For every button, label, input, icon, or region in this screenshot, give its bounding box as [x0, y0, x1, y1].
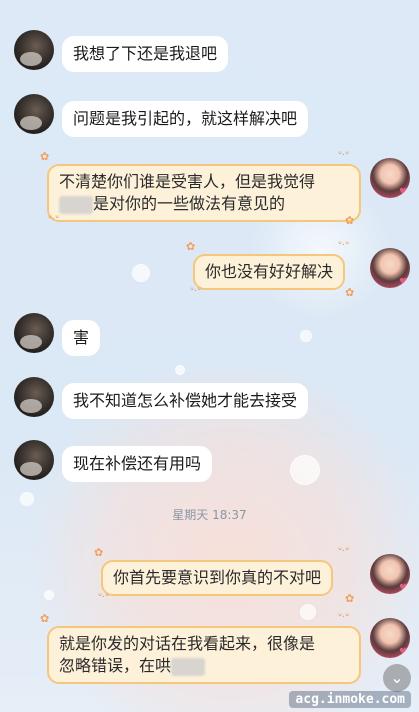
background-bubble [300, 604, 316, 620]
watermark: acg.inmoke.com [289, 691, 411, 708]
chevron-down-icon: ⌄ [390, 668, 404, 687]
bunny-decoration-icon: ᐡ·ᐡ [98, 592, 109, 603]
bunny-decoration-icon: ᐡ·ᐡ [338, 150, 349, 161]
background-bubble [300, 330, 312, 342]
redacted-text [171, 657, 206, 676]
redacted-text [59, 195, 93, 214]
flower-decoration-icon: ✿ [40, 612, 50, 625]
bunny-decoration-icon: ᐡ·ᐡ [338, 612, 349, 623]
avatar[interactable] [370, 618, 410, 658]
flower-decoration-icon: ✿ [345, 214, 355, 227]
avatar[interactable] [370, 554, 410, 594]
bunny-decoration-icon: ᐡ·ᐡ [338, 240, 349, 251]
background-bubble [290, 455, 320, 485]
avatar[interactable] [14, 440, 54, 480]
chat-message[interactable]: 你首先要意识到你真的不对吧 [101, 560, 334, 596]
flower-decoration-icon: ✿ [345, 592, 355, 605]
chat-message[interactable]: 你也没有好好解决 [193, 254, 346, 290]
avatar[interactable] [14, 30, 54, 70]
background-bubble [20, 492, 34, 506]
flower-decoration-icon: ✿ [345, 286, 355, 299]
bunny-decoration-icon: ᐡ·ᐡ [190, 286, 201, 297]
background-bubble [175, 365, 185, 375]
chat-message[interactable]: 不清楚你们谁是受害人，但是我觉得 是对你的一些做法有意见的 [47, 164, 361, 222]
message-line: 是对你的一些做法有意见的 [59, 193, 349, 215]
flower-decoration-icon: ✿ [94, 546, 104, 559]
chat-message[interactable]: 问题是我引起的，就这样解决吧 [62, 101, 309, 137]
chat-message[interactable]: 我不知道怎么补偿她才能去接受 [62, 383, 309, 419]
background-bubble [132, 264, 150, 282]
avatar[interactable] [370, 158, 410, 198]
timestamp: 星期天 18:37 [172, 508, 247, 522]
avatar[interactable] [14, 377, 54, 417]
message-line: 忽略错误，在哄 [59, 655, 349, 677]
avatar[interactable] [370, 248, 410, 288]
chat-message[interactable]: 害 [62, 320, 101, 356]
message-line: 不清楚你们谁是受害人，但是我觉得 [59, 172, 316, 191]
avatar[interactable] [14, 94, 54, 134]
scroll-down-button[interactable]: ⌄ [383, 664, 411, 692]
chat-message[interactable]: 我想了下还是我退吧 [62, 36, 229, 72]
chat-message[interactable]: 就是你发的对话在我看起来，很像是 忽略错误，在哄 [47, 626, 361, 684]
chat-message[interactable]: 现在补偿还有用吗 [62, 446, 213, 482]
message-line: 就是你发的对话在我看起来，很像是 [59, 634, 316, 653]
avatar[interactable] [14, 313, 54, 353]
bunny-decoration-icon: ᐡ·ᐡ [48, 214, 59, 225]
background-bubble [44, 590, 54, 600]
flower-decoration-icon: ✿ [40, 150, 50, 163]
flower-decoration-icon: ✿ [186, 240, 196, 253]
bunny-decoration-icon: ᐡ·ᐡ [338, 546, 349, 557]
